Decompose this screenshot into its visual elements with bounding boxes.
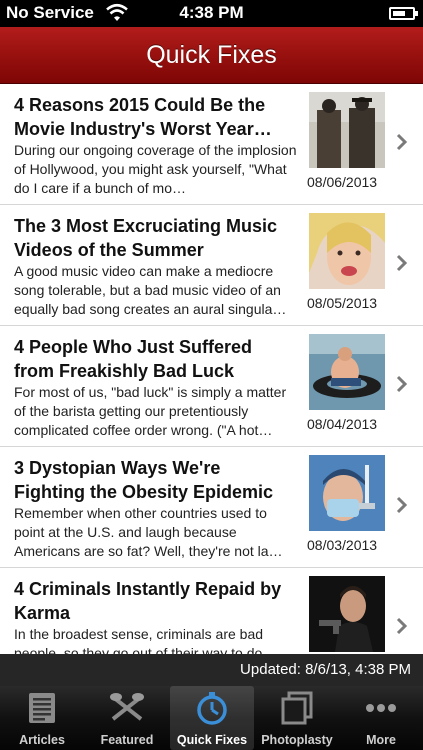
article-title: The 3 Most Excruciating Music Videos of … — [14, 216, 278, 260]
more-icon — [366, 704, 396, 712]
tab-label: Articles — [19, 733, 65, 747]
chevron-right-icon — [396, 496, 408, 514]
article-thumbnail — [309, 92, 385, 168]
tab-photoplasty[interactable]: Photoplasty — [255, 686, 339, 750]
page-title: Quick Fixes — [146, 41, 277, 69]
tab-label: Featured — [100, 733, 154, 747]
tab-label: Photoplasty — [261, 733, 333, 747]
tab-label: Quick Fixes — [176, 733, 248, 747]
tab-label: More — [366, 733, 396, 747]
articles-icon — [29, 693, 55, 723]
article-title: 4 People Who Just Suffered from Freakish… — [14, 337, 253, 381]
tab-bar: Articles Featured Quick Fixes Photoplast… — [0, 686, 423, 750]
chevron-right-icon — [396, 375, 408, 393]
article-row[interactable]: 4 People Who Just Suffered from Freakish… — [0, 326, 423, 447]
stopwatch-icon — [197, 692, 227, 725]
chevron-right-icon — [396, 254, 408, 272]
article-row[interactable]: 4 Reasons 2015 Could Be the Movie Indust… — [0, 84, 423, 205]
article-blurb: During our ongoing coverage of the implo… — [14, 142, 297, 196]
article-title: 4 Criminals Instantly Repaid by Karma — [14, 579, 282, 623]
article-row[interactable]: 4 Criminals Instantly Repaid by Karma In… — [0, 568, 423, 654]
article-row[interactable]: The 3 Most Excruciating Music Videos of … — [0, 205, 423, 326]
article-row[interactable]: 3 Dystopian Ways We're Fighting the Obes… — [0, 447, 423, 568]
article-title: 3 Dystopian Ways We're Fighting the Obes… — [14, 458, 274, 502]
tab-quick-fixes[interactable]: Quick Fixes — [170, 686, 254, 750]
status-time: 4:38 PM — [179, 3, 244, 22]
article-date: 08/05/2013 — [307, 295, 378, 311]
article-title: 4 Reasons 2015 Could Be the Movie Indust… — [14, 95, 272, 139]
status-bar: No Service 4:38 PM — [0, 0, 423, 27]
tab-featured[interactable]: Featured — [85, 686, 169, 750]
article-blurb: Remember when other countries used to po… — [14, 505, 283, 559]
last-updated-banner: Updated: 8/6/13, 4:38 PM — [0, 654, 423, 686]
last-updated-text: Updated: 8/6/13, 4:38 PM — [240, 661, 411, 678]
article-thumbnail — [309, 455, 385, 531]
article-blurb: In the broadest sense, criminals are bad… — [14, 626, 277, 654]
tab-articles[interactable]: Articles — [0, 686, 84, 750]
article-blurb: A good music video can make a mediocre s… — [14, 263, 287, 317]
battery-icon — [389, 7, 418, 20]
article-date: 08/06/2013 — [307, 174, 378, 190]
article-thumbnail — [309, 576, 385, 652]
featured-icon — [110, 693, 144, 721]
article-list[interactable]: 4 Reasons 2015 Could Be the Movie Indust… — [0, 84, 423, 654]
article-thumbnail — [309, 334, 385, 410]
article-date: 08/04/2013 — [307, 416, 378, 432]
navigation-bar: Quick Fixes — [0, 27, 423, 84]
chevron-right-icon — [396, 617, 408, 635]
article-blurb: For most of us, "bad luck" is simply a m… — [14, 384, 287, 438]
tab-more[interactable]: More — [339, 686, 423, 750]
chevron-right-icon — [396, 133, 408, 151]
photoplasty-icon — [281, 691, 313, 725]
article-date: 08/03/2013 — [307, 537, 378, 553]
article-thumbnail — [309, 213, 385, 289]
